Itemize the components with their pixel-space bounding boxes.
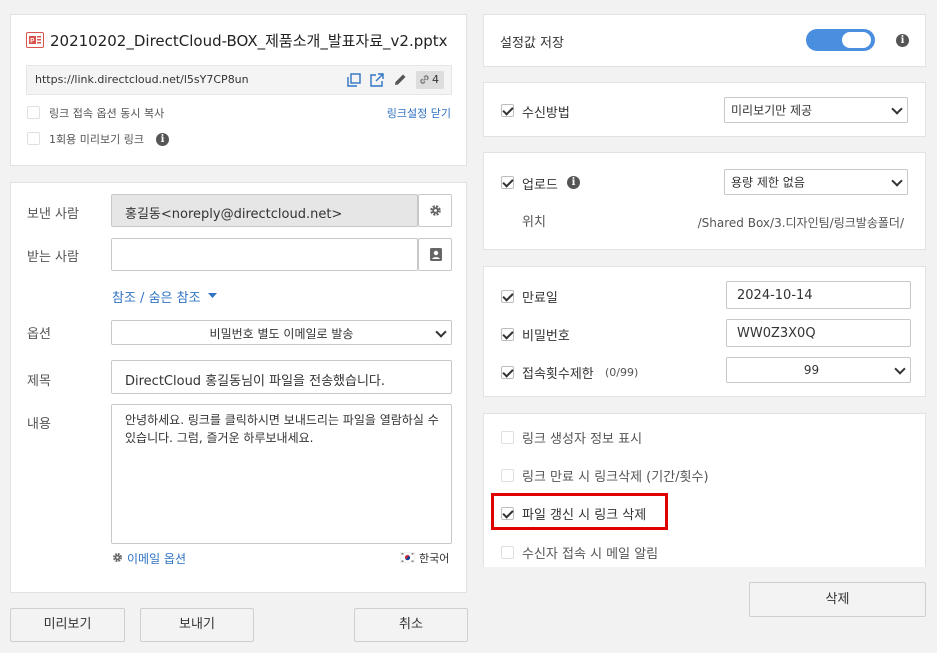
info-icon[interactable]: i: [156, 133, 169, 146]
access-limit-checkbox[interactable]: [501, 366, 514, 379]
body-textarea[interactable]: 안녕하세요. 링크를 클릭하시면 보내드리는 파일을 열람하실 수 있습니다. …: [111, 404, 452, 544]
save-settings-toggle[interactable]: [806, 29, 875, 51]
gear-icon[interactable]: [112, 552, 123, 563]
svg-text:P: P: [30, 39, 34, 45]
one-time-preview-checkbox[interactable]: [27, 132, 40, 145]
link-count-badge: 4: [416, 71, 444, 89]
expiry-date-value: 2024-10-14: [737, 288, 813, 303]
delete-button[interactable]: 삭제: [749, 582, 926, 617]
pptx-file-icon: P: [26, 32, 44, 48]
save-settings-panel: 설정값 저장 i: [483, 14, 926, 67]
location-label: 위치: [522, 215, 546, 230]
link-url-bar: https://link.directcloud.net/l5sY7CP8un …: [26, 65, 452, 95]
file-name: 20210202_DirectCloud-BOX_제품소개_발표자료_v2.pp…: [50, 32, 448, 50]
access-limit-value: 99: [803, 363, 820, 377]
show-creator-checkbox[interactable]: [501, 431, 514, 444]
upload-label: 업로드: [522, 178, 558, 193]
address-book-button[interactable]: [418, 238, 452, 271]
mail-form-panel: 보낸 사람 홍길동<noreply@directcloud.net> 받는 사람…: [10, 182, 467, 593]
subject-value: DirectCloud 홍길동님이 파일을 전송했습니다.: [125, 374, 386, 389]
send-button[interactable]: 보내기: [140, 608, 254, 642]
link-limits-panel: 만료일 2024-10-14 비밀번호 WW0Z3X0Q 접속횟수제한 (0/9…: [483, 266, 926, 397]
chevron-down-icon: [891, 175, 903, 187]
body-label: 내용: [27, 417, 51, 432]
chevron-down-icon: [894, 363, 906, 375]
body-value: 안녕하세요. 링크를 클릭하시면 보내드리는 파일을 열람하실 수 있습니다. …: [125, 413, 439, 445]
send-option-value: 비밀번호 별도 이메일로 발송: [209, 327, 354, 341]
link-count: 4: [432, 73, 439, 86]
email-options-link[interactable]: 이메일 옵션: [127, 550, 186, 567]
delete-on-update-checkbox[interactable]: [501, 507, 514, 520]
receive-method-checkbox[interactable]: [501, 104, 514, 117]
option-label: 옵션: [27, 327, 51, 342]
external-link-icon[interactable]: [370, 73, 384, 87]
access-limit-count: (0/99): [605, 366, 639, 379]
password-input[interactable]: WW0Z3X0Q: [726, 319, 911, 347]
info-icon[interactable]: i: [567, 176, 580, 189]
location-value: /Shared Box/3.디자인팀/링크발송폴더/: [697, 216, 904, 230]
info-icon[interactable]: i: [896, 34, 909, 47]
save-settings-label: 설정값 저장: [500, 36, 564, 51]
delete-on-update-label: 파일 갱신 시 링크 삭제: [522, 508, 647, 523]
chevron-down-icon: [891, 103, 903, 115]
password-label: 비밀번호: [522, 329, 570, 344]
caret-down-icon[interactable]: [208, 293, 217, 299]
edit-icon[interactable]: [393, 73, 407, 87]
link-icon: [420, 75, 429, 84]
delete-on-expire-label: 링크 만료 시 링크삭제 (기간/횟수): [522, 470, 709, 485]
access-limit-label: 접속횟수제한: [522, 367, 594, 382]
send-option-select[interactable]: 비밀번호 별도 이메일로 발송: [111, 320, 452, 345]
language-label[interactable]: 한국어: [419, 550, 449, 566]
one-time-preview-label: 1회용 미리보기 링크: [49, 133, 144, 146]
receive-method-panel: 수신방법 미리보기만 제공: [483, 82, 926, 137]
close-link-settings-link[interactable]: 링크설정 닫기: [387, 105, 451, 121]
upload-checkbox[interactable]: [501, 176, 514, 189]
cc-bcc-toggle[interactable]: 참조 / 숨은 참조: [112, 287, 201, 306]
expiry-label: 만료일: [522, 291, 558, 306]
subject-label: 제목: [27, 374, 51, 389]
copy-with-options-label: 링크 접속 옵션 동시 복사: [49, 107, 165, 120]
subject-input[interactable]: DirectCloud 홍길동님이 파일을 전송했습니다.: [111, 360, 452, 394]
access-limit-select[interactable]: 99: [726, 357, 911, 383]
notify-on-access-checkbox[interactable]: [501, 546, 514, 559]
show-creator-label: 링크 생성자 정보 표시: [522, 432, 643, 447]
upload-panel: 업로드 i 용량 제한 없음 위치 /Shared Box/3.디자인팀/링크발…: [483, 152, 926, 250]
sender-field: 홍길동<noreply@directcloud.net>: [111, 194, 418, 227]
expiry-checkbox[interactable]: [501, 290, 514, 303]
password-checkbox[interactable]: [501, 328, 514, 341]
copy-with-options-checkbox[interactable]: [27, 106, 40, 119]
recipient-label: 받는 사람: [27, 250, 79, 265]
notify-on-access-label: 수신자 접속 시 메일 알림: [522, 547, 659, 562]
copy-icon[interactable]: [347, 73, 361, 87]
upload-limit-select[interactable]: 용량 제한 없음: [724, 169, 908, 195]
korea-flag-icon: [400, 552, 415, 563]
recipient-input[interactable]: [111, 238, 418, 271]
password-value: WW0Z3X0Q: [737, 326, 816, 341]
receive-method-value: 미리보기만 제공: [731, 103, 813, 118]
extra-options-panel: 링크 생성자 정보 표시 링크 만료 시 링크삭제 (기간/횟수) 파일 갱신 …: [483, 413, 926, 567]
receive-method-select[interactable]: 미리보기만 제공: [724, 97, 908, 123]
receive-method-label: 수신방법: [522, 106, 570, 121]
expiry-date-input[interactable]: 2024-10-14: [726, 281, 911, 309]
file-link-panel: P 20210202_DirectCloud-BOX_제품소개_발표자료_v2.…: [10, 14, 467, 166]
sender-value: 홍길동<noreply@directcloud.net>: [125, 207, 343, 222]
delete-on-expire-checkbox[interactable]: [501, 469, 514, 482]
sender-label: 보낸 사람: [27, 207, 79, 222]
preview-button[interactable]: 미리보기: [10, 608, 125, 642]
link-url[interactable]: https://link.directcloud.net/l5sY7CP8un: [35, 73, 249, 86]
upload-limit-value: 용량 제한 없음: [731, 175, 805, 190]
sender-settings-button[interactable]: [418, 194, 452, 227]
address-book-icon: [430, 248, 442, 261]
cancel-button[interactable]: 취소: [354, 608, 468, 642]
toggle-knob: [842, 32, 871, 48]
gear-icon: [430, 205, 441, 216]
